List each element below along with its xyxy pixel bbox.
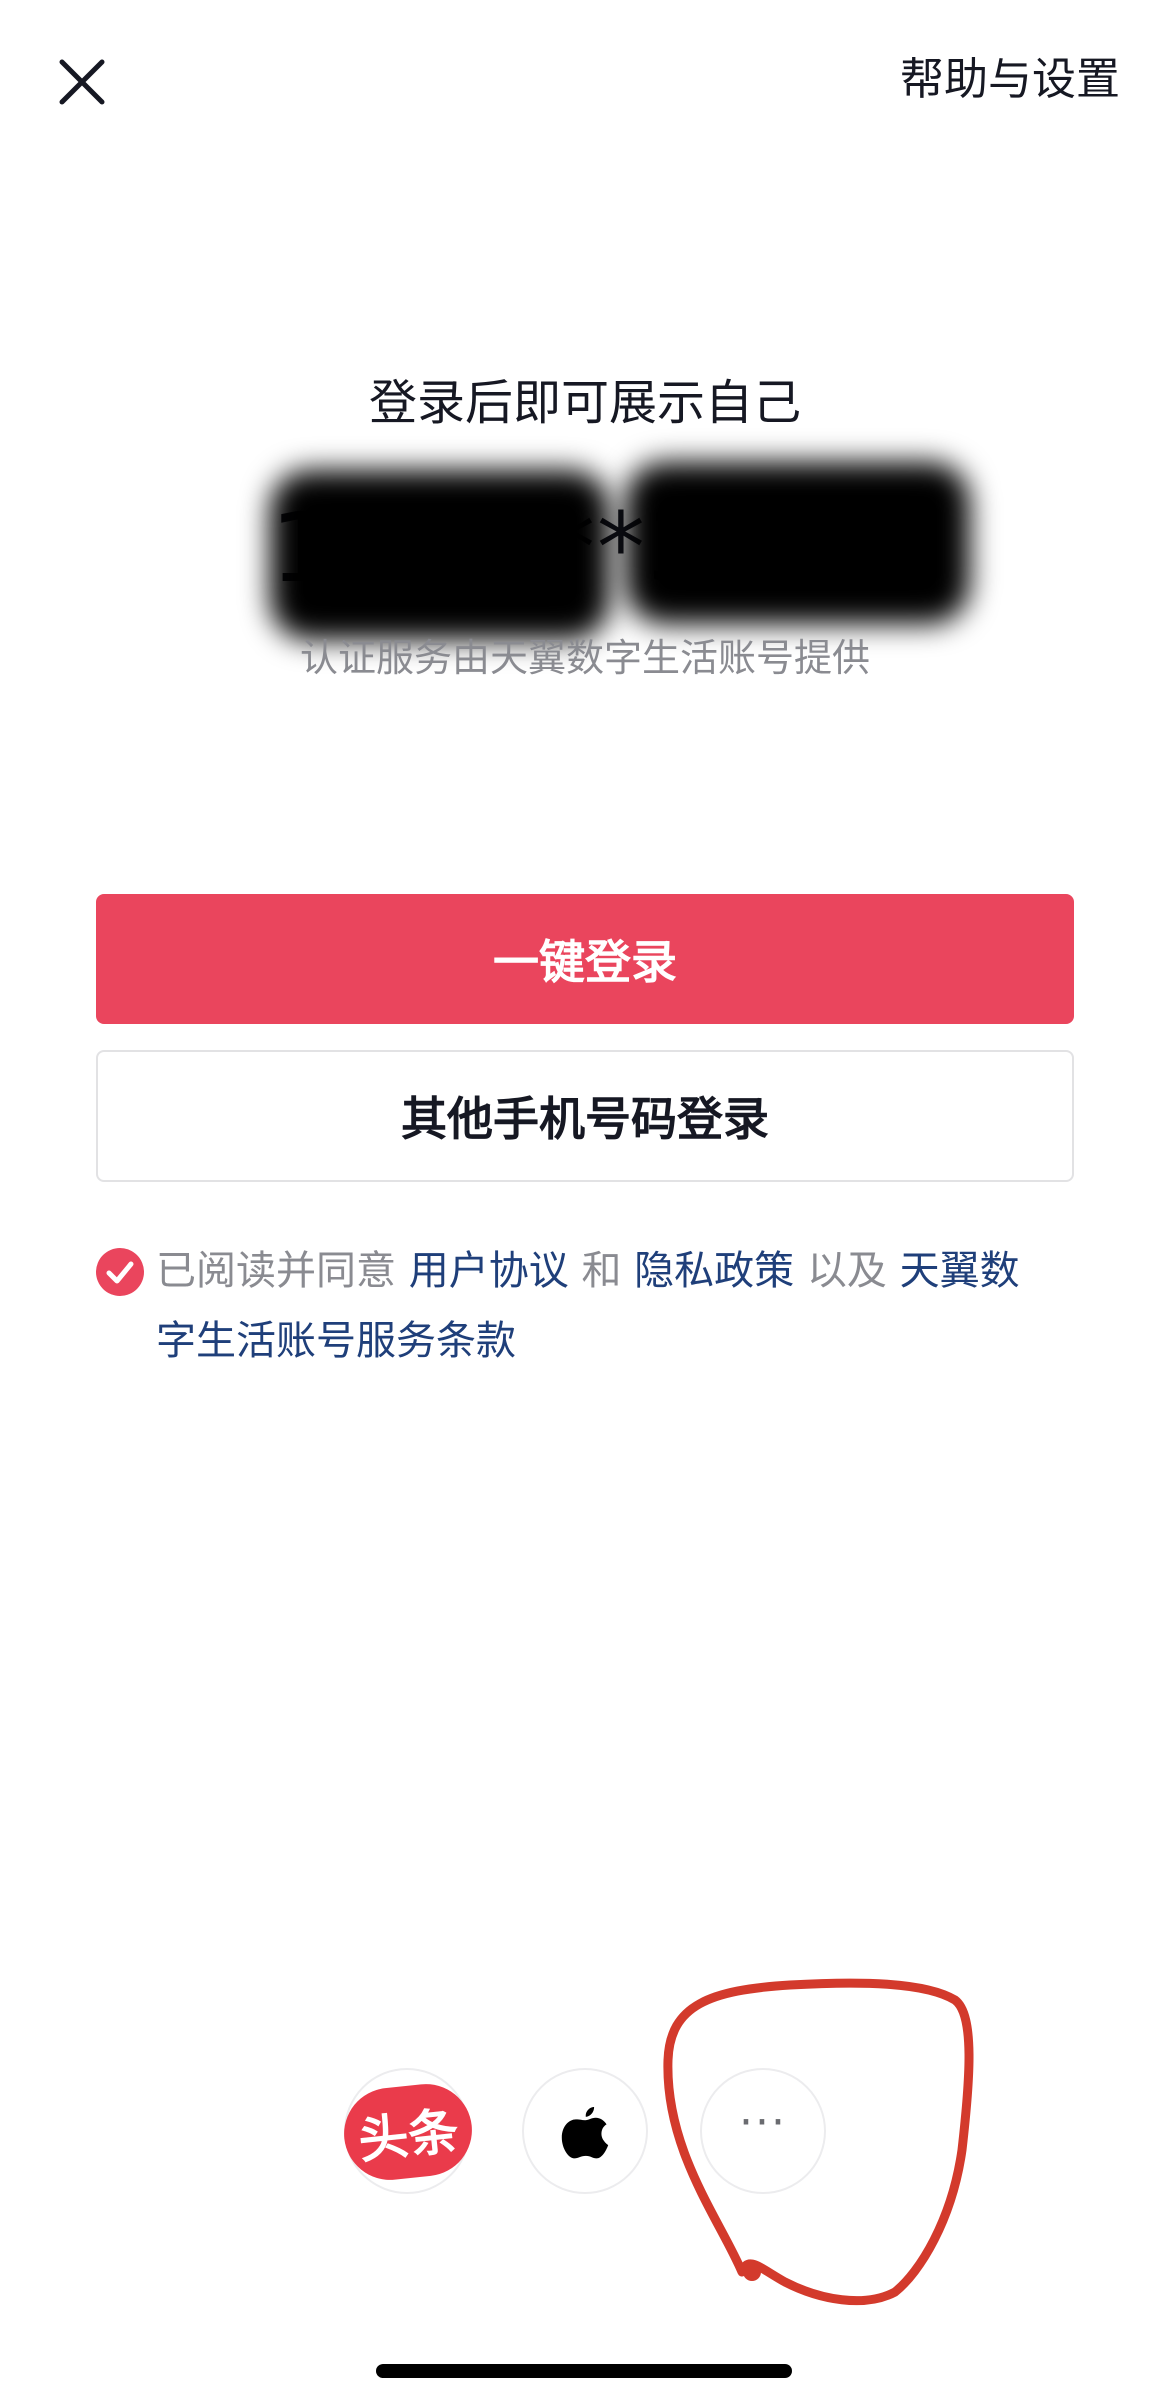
red-annotation-loop bbox=[663, 1978, 974, 2306]
help-settings-link[interactable]: 帮助与设置 bbox=[900, 48, 1120, 112]
provider-note: 认证服务由天翼数字生活账号提供 bbox=[299, 636, 870, 680]
agreement-checkbox[interactable] bbox=[96, 1248, 144, 1296]
apple-icon bbox=[561, 2106, 609, 2159]
agreement-text: 已阅读并同意 用户协议 和 隐私政策 以及 天翼数字生活账号服务条款 bbox=[156, 1236, 1056, 1376]
agreement-also: 以及 bbox=[806, 1248, 887, 1294]
home-indicator bbox=[376, 2364, 792, 2378]
agreement-and: 和 bbox=[581, 1248, 622, 1294]
one-click-login-button[interactable]: 一键登录 bbox=[96, 894, 1074, 1024]
check-icon bbox=[106, 1261, 134, 1284]
toutiao-login-button[interactable] bbox=[344, 2068, 470, 2194]
redaction-mask-left bbox=[270, 470, 610, 640]
close-icon[interactable] bbox=[50, 50, 114, 114]
more-dots-icon: ··· bbox=[739, 2097, 787, 2148]
privacy-policy-link[interactable]: 隐私政策 bbox=[634, 1248, 794, 1294]
user-agreement-link[interactable]: 用户协议 bbox=[409, 1248, 569, 1294]
agreement-prefix: 已阅读并同意 bbox=[156, 1248, 396, 1294]
other-phone-login-button[interactable]: 其他手机号码登录 bbox=[96, 1050, 1074, 1182]
redaction-mask-right bbox=[625, 462, 970, 624]
more-login-options-button[interactable]: ··· bbox=[700, 2068, 826, 2194]
login-title: 登录后即可展示自己 bbox=[368, 375, 801, 431]
apple-login-button[interactable] bbox=[522, 2068, 648, 2194]
